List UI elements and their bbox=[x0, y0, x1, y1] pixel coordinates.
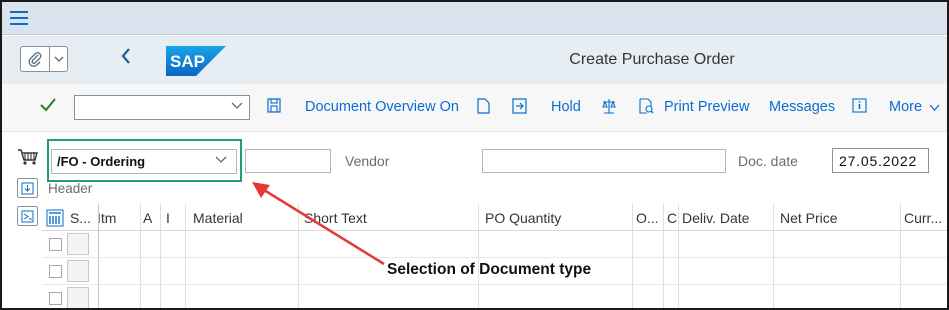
row-checkbox[interactable] bbox=[49, 265, 62, 278]
print-preview-button[interactable]: Print Preview bbox=[664, 99, 749, 115]
row-selector[interactable] bbox=[67, 287, 89, 308]
document-icon[interactable] bbox=[477, 98, 490, 118]
column-header[interactable]: C bbox=[667, 210, 677, 226]
annotation-label: Selection of Document type bbox=[387, 261, 592, 278]
menu-bar bbox=[2, 2, 947, 35]
column-header[interactable]: PO Quantity bbox=[485, 210, 561, 226]
column-header[interactable]: Itm bbox=[97, 210, 116, 226]
application-toolbar: Document Overview On Hold Print Preview … bbox=[2, 84, 947, 132]
annotation-highlight-box bbox=[47, 139, 242, 182]
column-header[interactable]: Material bbox=[193, 210, 243, 226]
menu-icon[interactable] bbox=[10, 11, 28, 25]
column-header[interactable]: A bbox=[143, 210, 152, 226]
item-expand-icon[interactable] bbox=[17, 206, 38, 226]
save-icon[interactable] bbox=[267, 98, 281, 117]
app-window: SAP Create Purchase Order Document Overv… bbox=[0, 0, 949, 310]
table-row bbox=[42, 285, 947, 308]
row-selector[interactable] bbox=[67, 260, 89, 282]
column-header[interactable]: Deliv. Date bbox=[682, 210, 749, 226]
table-settings-icon[interactable] bbox=[46, 209, 64, 232]
toolbar-combobox[interactable] bbox=[74, 95, 250, 120]
header-section-label: Header bbox=[48, 181, 93, 196]
column-header[interactable]: I bbox=[166, 210, 170, 226]
more-button-label: More bbox=[889, 99, 923, 115]
messages-button[interactable]: Messages bbox=[769, 99, 835, 115]
export-icon[interactable] bbox=[512, 98, 528, 118]
column-header[interactable]: O... bbox=[636, 210, 659, 226]
header-expand-icon[interactable] bbox=[17, 178, 38, 198]
items-table-header: S... Itm A I Material Short Text PO Quan… bbox=[42, 204, 947, 231]
column-header[interactable]: Short Text bbox=[304, 210, 367, 226]
print-preview-icon[interactable] bbox=[639, 98, 654, 118]
row-checkbox[interactable] bbox=[49, 238, 62, 251]
row-checkbox[interactable] bbox=[49, 292, 62, 305]
info-icon[interactable] bbox=[852, 98, 867, 117]
cart-icon bbox=[17, 148, 39, 170]
shell-header: SAP Create Purchase Order bbox=[2, 36, 947, 84]
vendor-name-input[interactable] bbox=[482, 149, 726, 173]
page-title: Create Purchase Order bbox=[569, 51, 735, 68]
column-header[interactable]: S... bbox=[70, 210, 91, 226]
row-selector[interactable] bbox=[67, 233, 89, 255]
doc-date-input[interactable]: 27.05.2022 bbox=[832, 148, 929, 173]
vendor-label: Vendor bbox=[345, 153, 390, 169]
vendor-number-input[interactable] bbox=[245, 149, 331, 173]
chevron-down-icon bbox=[231, 99, 243, 113]
column-header[interactable]: Net Price bbox=[780, 210, 838, 226]
column-header[interactable]: Curr... bbox=[904, 210, 942, 226]
document-overview-button[interactable]: Document Overview On bbox=[305, 99, 459, 115]
checkmark-icon[interactable] bbox=[40, 96, 56, 117]
table-row bbox=[42, 231, 947, 258]
hold-button[interactable]: Hold bbox=[551, 99, 581, 115]
document-area: /FO - Ordering Vendor Doc. date 27.05.20… bbox=[2, 133, 947, 308]
doc-date-label: Doc. date bbox=[738, 153, 798, 169]
chevron-down-icon bbox=[929, 99, 940, 115]
balance-icon[interactable] bbox=[601, 98, 617, 118]
more-button[interactable]: More bbox=[889, 99, 940, 115]
